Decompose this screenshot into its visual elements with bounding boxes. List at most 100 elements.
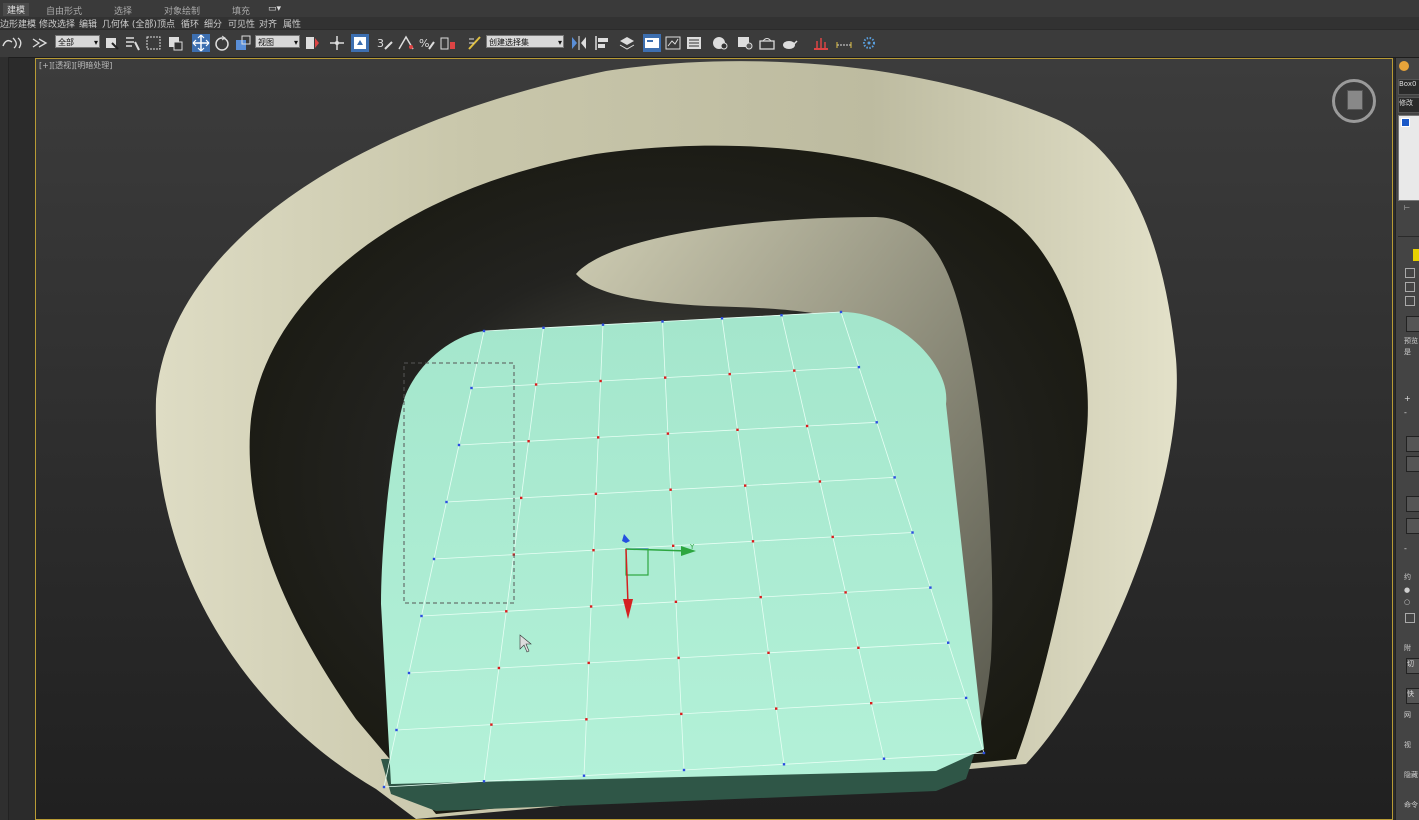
modifier-stack-item[interactable] (1401, 118, 1410, 127)
radio-option-icon[interactable]: ○ (1404, 598, 1410, 606)
option-checkbox[interactable] (1405, 613, 1415, 623)
schematic-icon[interactable] (711, 34, 729, 52)
vertex-point[interactable] (420, 614, 423, 618)
vertex-point[interactable] (445, 500, 448, 504)
ribbon-item-vertices[interactable]: 顶点 (157, 17, 175, 30)
vertex-point[interactable] (457, 443, 461, 447)
ribbon-tab-selection[interactable]: 选择 (114, 4, 132, 17)
vertex-point[interactable] (395, 728, 398, 732)
percent-snap-icon[interactable]: % (418, 34, 436, 52)
graphite-icon[interactable] (664, 34, 682, 52)
selection-filter-dropdown[interactable]: 全部 ▾ (55, 35, 100, 48)
panel-button[interactable] (1406, 496, 1419, 512)
mirror-icon[interactable] (570, 34, 588, 52)
vertex-point[interactable] (482, 329, 486, 333)
vertex-point[interactable] (964, 696, 968, 700)
vertex-point[interactable] (470, 386, 473, 390)
ribbon-tab-freeform[interactable]: 自由形式 (46, 4, 82, 17)
option-checkbox[interactable] (1405, 268, 1415, 278)
angle-snap-icon[interactable] (397, 34, 415, 52)
modifier-stack[interactable] (1398, 115, 1419, 201)
ribbon-item-edit[interactable]: 编辑 (79, 17, 97, 30)
vertex-point[interactable] (682, 768, 686, 772)
vertex-point[interactable] (893, 476, 896, 479)
option-checkbox[interactable] (1405, 282, 1415, 292)
vertex-point[interactable] (839, 310, 843, 314)
vertex-point[interactable] (982, 751, 986, 755)
window-crossing-icon[interactable] (166, 34, 184, 52)
vertex-point[interactable] (407, 671, 411, 675)
viewport-label[interactable]: [+][透视][明暗处理] (39, 60, 112, 71)
vertex-point[interactable] (520, 496, 523, 500)
vertex-point[interactable] (674, 600, 678, 603)
select-by-name-icon[interactable] (124, 34, 142, 52)
ribbon-item-align[interactable]: 对齐 (259, 17, 277, 30)
vertex-point[interactable] (720, 317, 724, 320)
vertex-point[interactable] (805, 424, 809, 428)
rect-selection-icon[interactable] (145, 34, 163, 52)
teapot-icon[interactable] (780, 34, 798, 52)
vertex-point[interactable] (736, 428, 739, 431)
bind-icon[interactable] (31, 34, 49, 52)
measure-distance-icon[interactable] (835, 34, 853, 52)
ribbon-tab-populate[interactable]: 填充 (232, 4, 250, 17)
ribbon-item-loops[interactable]: 循环 (181, 17, 199, 30)
panel-button[interactable] (1406, 456, 1419, 472)
vertex-point[interactable] (677, 656, 680, 660)
vertex-point[interactable] (759, 595, 762, 599)
vertex-point[interactable] (669, 488, 672, 491)
vertex-point[interactable] (744, 484, 747, 487)
vertex-point[interactable] (482, 780, 486, 783)
vertex-point[interactable] (929, 586, 932, 589)
vertex-point[interactable] (534, 383, 538, 386)
viewcube-face[interactable] (1347, 90, 1363, 110)
rollout-collapse-icon[interactable]: - (1404, 544, 1407, 553)
perspective-viewport[interactable]: [+][透视][明暗处理] Y (35, 58, 1393, 820)
vertex-point[interactable] (432, 557, 436, 561)
vertex-subobject-button[interactable] (1413, 249, 1419, 261)
vertex-point[interactable] (875, 421, 878, 424)
vertex-point[interactable] (751, 540, 755, 543)
ruler-icon[interactable] (812, 34, 830, 52)
pin-stack-icon[interactable]: ⊢ (1404, 204, 1410, 212)
ribbon-item-modify-selection[interactable]: 修改选择 (39, 17, 75, 30)
rollout-collapse-icon[interactable]: - (1404, 408, 1407, 417)
pivot-icon[interactable] (303, 34, 321, 52)
vertex-point[interactable] (844, 591, 847, 594)
create-tab-icon[interactable] (1399, 61, 1409, 71)
layer-manager-icon[interactable] (618, 34, 636, 52)
vertex-point[interactable] (672, 544, 675, 547)
vertex-point[interactable] (911, 531, 914, 534)
vertex-point[interactable] (728, 372, 731, 376)
ribbon-item-geometry-all[interactable]: 几何体 (全部) (102, 17, 157, 30)
vertex-point[interactable] (870, 702, 873, 705)
option-checkbox[interactable] (1405, 296, 1415, 306)
vertex-point[interactable] (664, 376, 667, 379)
vertex-point[interactable] (793, 369, 796, 372)
ribbon-options-icon[interactable]: ▭▾ (268, 4, 281, 14)
vertex-point[interactable] (857, 365, 861, 369)
ribbon-item-properties[interactable]: 属性 (283, 17, 301, 30)
vertex-point[interactable] (599, 379, 602, 383)
vertex-point[interactable] (831, 535, 834, 539)
radio-option-icon[interactable]: ● (1404, 586, 1410, 594)
vertex-point[interactable] (882, 757, 886, 760)
keyboard-shortcut-override-icon[interactable] (351, 34, 369, 52)
vertex-point[interactable] (666, 432, 670, 435)
scale-icon[interactable] (234, 34, 252, 52)
vertex-point[interactable] (818, 480, 822, 483)
ribbon-tab-object-paint[interactable]: 对象绘制 (164, 4, 200, 17)
rollout-expand-icon[interactable]: + (1404, 394, 1411, 403)
vertex-point[interactable] (780, 314, 783, 317)
scene-render[interactable]: Y (36, 59, 1392, 819)
move-icon[interactable] (192, 34, 210, 52)
vertex-point[interactable] (587, 661, 590, 665)
vertex-point[interactable] (585, 718, 588, 721)
particle-icon[interactable] (860, 34, 878, 52)
reference-coordinate-dropdown[interactable]: 视图 ▾ (255, 35, 300, 48)
ribbon-item-subdivision[interactable]: 细分 (204, 17, 222, 30)
panel-button[interactable] (1406, 436, 1419, 452)
spinner-snap-icon[interactable] (439, 34, 457, 52)
ribbon-item-polygon-modeling[interactable]: 边形建模 (0, 17, 36, 30)
edit-named-sets-icon[interactable] (466, 34, 484, 52)
